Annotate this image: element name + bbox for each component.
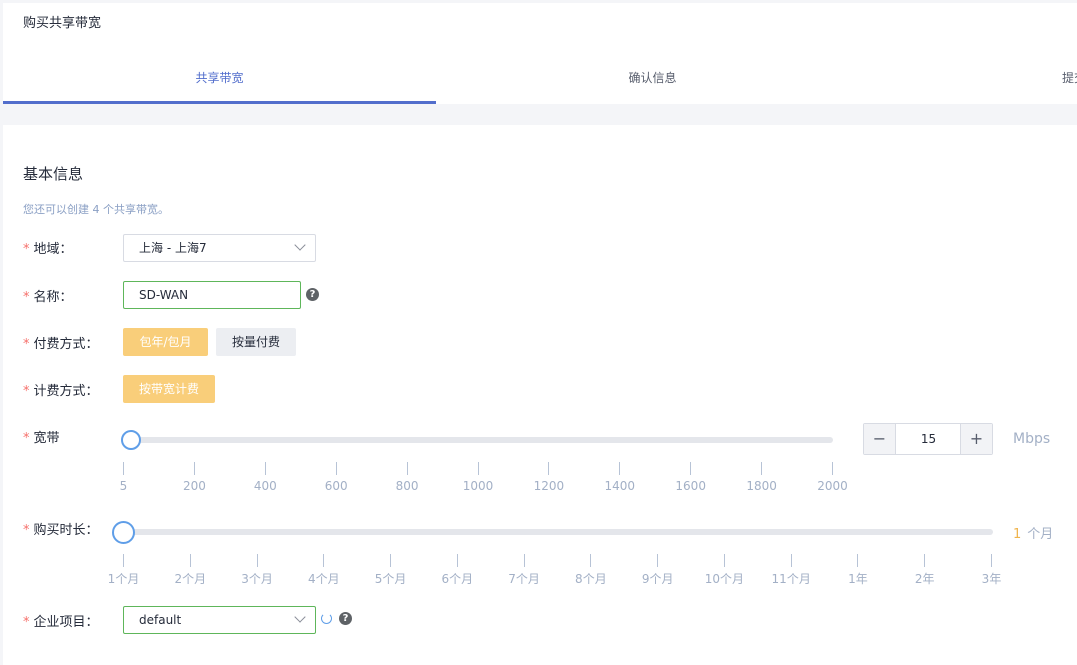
region-select[interactable]: 上海 - 上海7 (123, 234, 316, 262)
bandwidth-tick-label[interactable]: 1400 (605, 479, 636, 493)
bandwidth-tick (548, 462, 550, 475)
duration-tick-label[interactable]: 5个月 (375, 570, 407, 587)
step-bar: 共享带宽 确认信息 提交 (3, 59, 1077, 104)
bandwidth-tick (832, 462, 833, 475)
duration-tick (189, 554, 191, 567)
duration-tick (857, 554, 859, 567)
chevron-down-icon (294, 239, 306, 251)
step-submit: 提交 (1062, 71, 1077, 85)
increment-button[interactable]: + (960, 424, 992, 454)
page-header: 购买共享带宽 共享带宽 确认信息 提交 (3, 3, 1077, 104)
bandwidth-unit: Mbps (1013, 431, 1051, 447)
billing-pay-per-use-button[interactable]: 按量付费 (216, 328, 296, 356)
section-title: 基本信息 (23, 165, 84, 183)
duration-tick (924, 554, 926, 567)
required-mark: * (23, 242, 30, 257)
bandwidth-tick-label[interactable]: 1600 (675, 479, 706, 493)
bandwidth-tick (264, 462, 266, 475)
duration-label: * 购买时长： (23, 523, 99, 538)
bandwidth-label: * 宽带 (23, 431, 60, 446)
bandwidth-tick-label[interactable]: 800 (396, 479, 419, 493)
bandwidth-tick-label[interactable]: 400 (254, 479, 277, 493)
project-label: * 企业项目： (23, 615, 99, 630)
duration-tick-label[interactable]: 3个月 (241, 570, 273, 587)
duration-unit: 个月 (1027, 527, 1054, 542)
name-label: * 名称： (23, 290, 73, 305)
duration-tick-label[interactable]: 2个月 (174, 570, 206, 587)
duration-tick (657, 554, 659, 567)
basic-info-card: 基本信息 您还可以创建 4 个共享带宽。 * 地域： 上海 - 上海7 * 名称： … (3, 125, 1077, 665)
project-value: default (139, 613, 182, 627)
name-value: SD-WAN (139, 288, 189, 302)
duration-tick-label[interactable]: 3年 (982, 570, 1002, 587)
page-title: 购买共享带宽 (23, 16, 102, 31)
duration-tick-label[interactable]: 1个月 (108, 570, 140, 587)
duration-tick (991, 554, 992, 567)
duration-tick (456, 554, 458, 567)
duration-tick (723, 554, 725, 567)
duration-number: 1 (1013, 527, 1022, 542)
name-input[interactable]: SD-WAN (123, 281, 301, 309)
required-mark: * (23, 290, 30, 305)
bandwidth-tick-label[interactable]: 5 (120, 479, 128, 493)
duration-tick-label[interactable]: 9个月 (642, 570, 674, 587)
duration-tick (123, 554, 124, 567)
bandwidth-tick (123, 462, 124, 475)
refresh-icon[interactable] (321, 613, 332, 624)
duration-slider-handle[interactable] (112, 521, 135, 544)
bandwidth-stepper: − 15 + (863, 423, 993, 455)
bandwidth-tick (193, 462, 195, 475)
duration-display: 1 个月 (1013, 523, 1053, 542)
duration-tick (256, 554, 258, 567)
duration-tick-label[interactable]: 2年 (915, 570, 935, 587)
bandwidth-tick (761, 462, 763, 475)
bandwidth-tick (335, 462, 337, 475)
duration-tick (523, 554, 525, 567)
region-value: 上海 - 上海7 (139, 241, 207, 255)
chevron-down-icon (294, 611, 306, 623)
required-mark: * (23, 431, 30, 446)
bandwidth-slider-handle[interactable] (120, 430, 141, 450)
required-mark: * (23, 523, 30, 538)
charge-mode-label: * 计费方式： (23, 384, 99, 399)
bandwidth-tick-label[interactable]: 600 (325, 479, 348, 493)
bandwidth-tick-label[interactable]: 200 (183, 479, 206, 493)
charge-by-bandwidth-button[interactable]: 按带宽计费 (123, 375, 215, 403)
bandwidth-tick (619, 462, 621, 475)
bandwidth-tick (406, 462, 408, 475)
duration-tick (323, 554, 325, 567)
duration-tick-label[interactable]: 6个月 (442, 570, 474, 587)
duration-tick-label[interactable]: 7个月 (508, 570, 540, 587)
region-label: * 地域： (23, 242, 73, 257)
step-confirm-info: 确认信息 (628, 71, 677, 85)
bandwidth-tick (477, 462, 479, 475)
duration-tick (790, 554, 792, 567)
duration-tick-label[interactable]: 4个月 (308, 570, 340, 587)
duration-tick-label[interactable]: 1年 (848, 570, 868, 587)
step-shared-bandwidth: 共享带宽 (3, 59, 436, 104)
bandwidth-tick-label[interactable]: 1200 (534, 479, 565, 493)
quota-tip: 您还可以创建 4 个共享带宽。 (23, 203, 169, 216)
duration-tick (590, 554, 592, 567)
bandwidth-tick-label[interactable]: 1800 (746, 479, 777, 493)
bandwidth-tick-label[interactable]: 1000 (463, 479, 494, 493)
billing-mode-label: * 付费方式： (23, 337, 99, 352)
decrement-button[interactable]: − (864, 424, 896, 454)
help-icon[interactable]: ? (306, 288, 319, 301)
help-icon[interactable]: ? (339, 612, 352, 625)
duration-tick-label[interactable]: 10个月 (705, 570, 744, 587)
required-mark: * (23, 615, 30, 630)
bandwidth-slider-track[interactable] (123, 437, 833, 443)
duration-tick-label[interactable]: 8个月 (575, 570, 607, 587)
required-mark: * (23, 337, 30, 352)
bandwidth-tick (690, 462, 692, 475)
bandwidth-tick-label[interactable]: 2000 (817, 479, 848, 493)
billing-yearly-monthly-button[interactable]: 包年/包月 (123, 328, 208, 356)
bandwidth-value[interactable]: 15 (897, 424, 960, 454)
required-mark: * (23, 384, 30, 399)
duration-tick (390, 554, 392, 567)
duration-slider-track[interactable] (123, 529, 993, 535)
project-select[interactable]: default (123, 606, 316, 634)
duration-tick-label[interactable]: 11个月 (772, 570, 811, 587)
